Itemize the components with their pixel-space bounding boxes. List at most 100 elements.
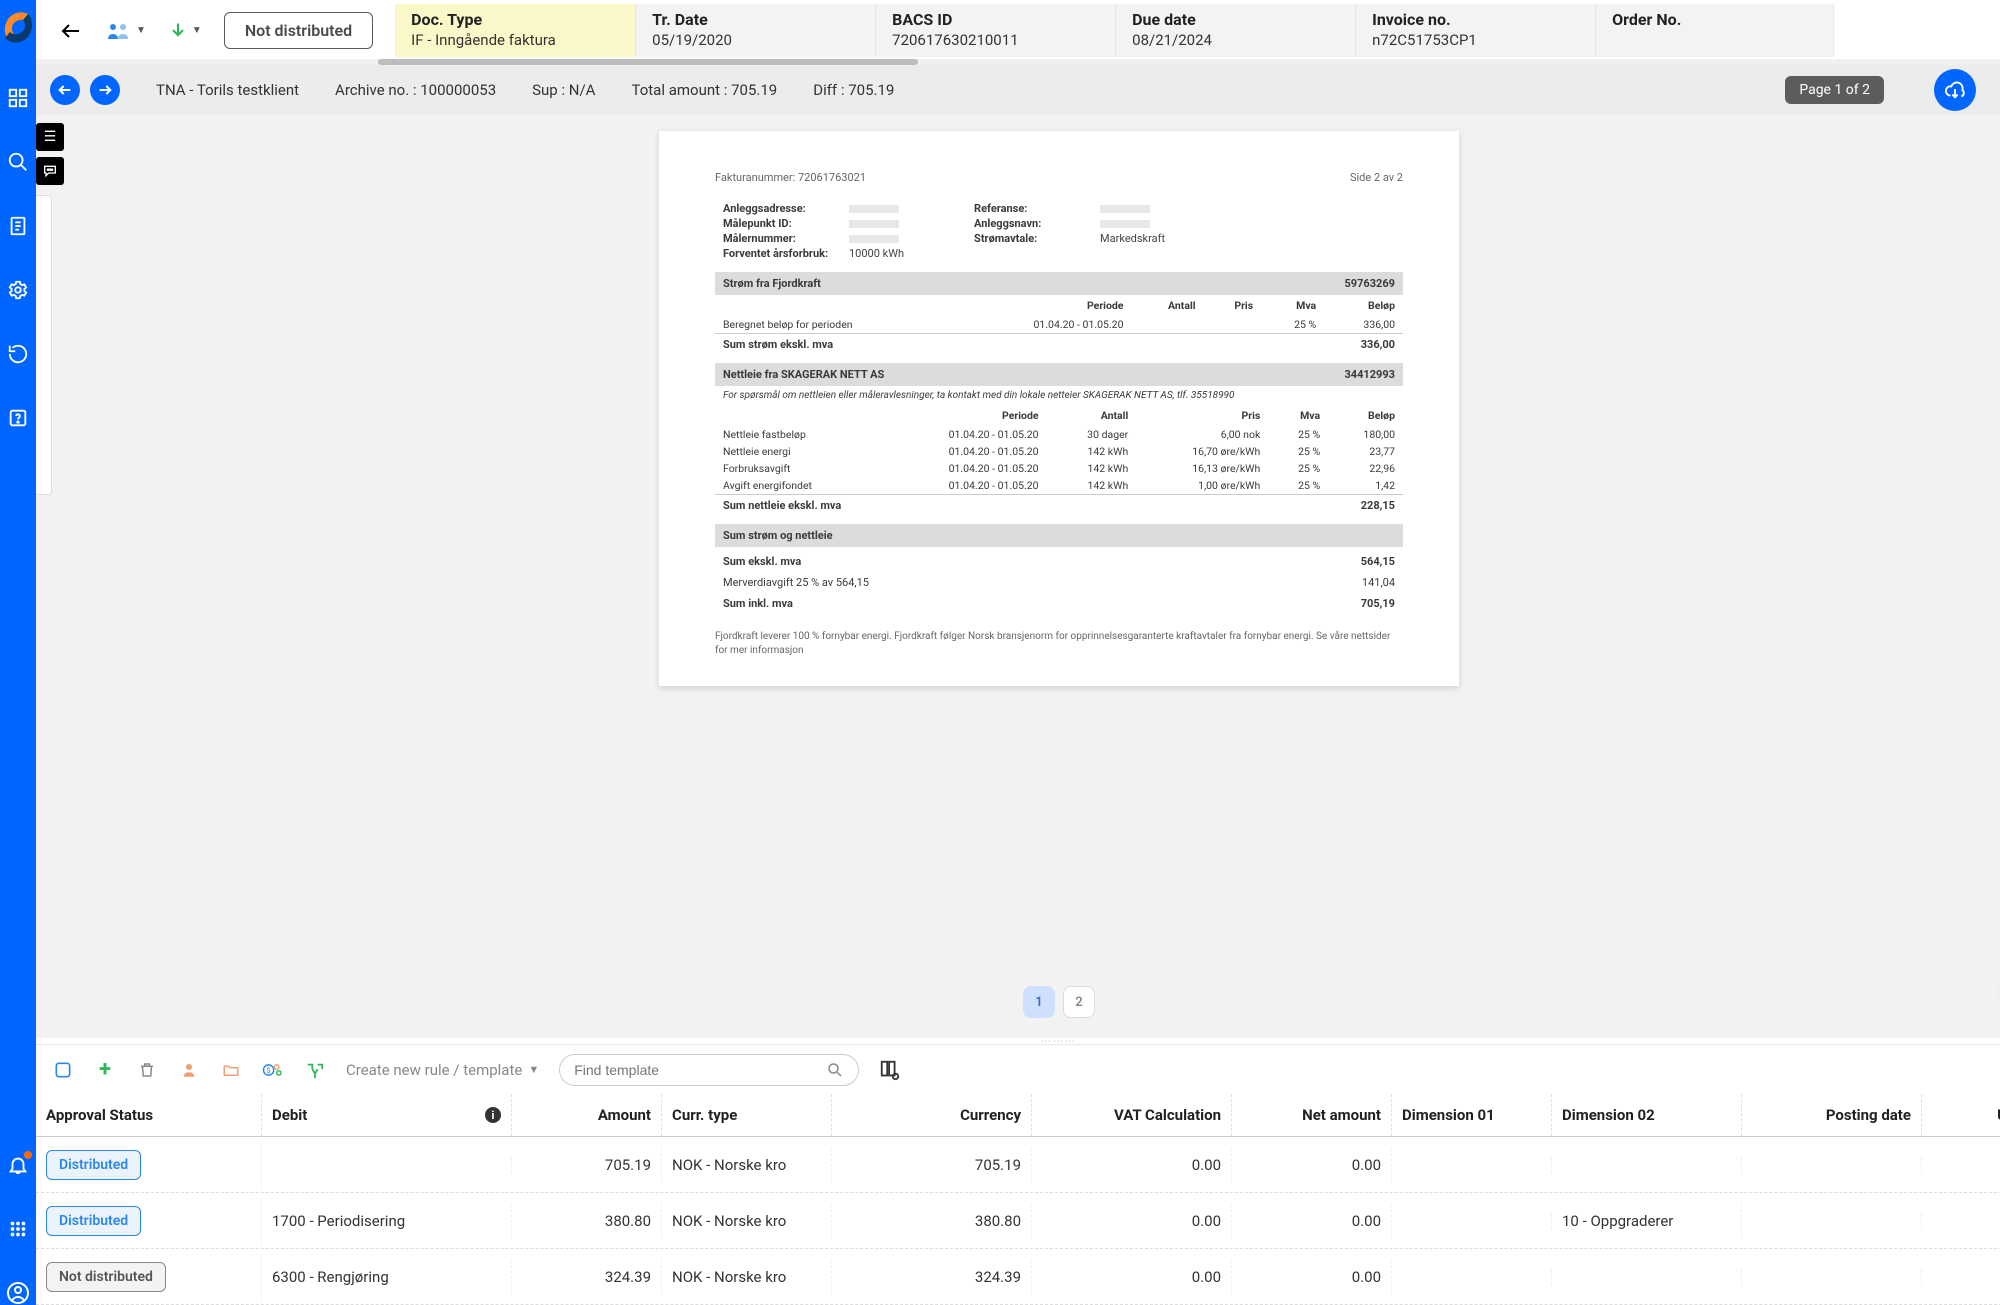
cell-dim1 bbox=[1392, 1157, 1552, 1173]
header-scrollbar[interactable] bbox=[36, 59, 2000, 65]
pdf-info-val bbox=[1100, 202, 1150, 215]
col-userdef[interactable]: Userdef 15 bbox=[1922, 1094, 2000, 1136]
pdf-sect2-note: For spørsmål om nettleien eller måleravl… bbox=[715, 386, 1403, 405]
download-dropdown[interactable]: ▼ bbox=[168, 21, 202, 41]
cell-currency: 705.19 bbox=[832, 1148, 1032, 1182]
cell-user bbox=[1922, 1213, 2000, 1229]
hf-label: BACS ID bbox=[892, 10, 1099, 29]
header-field[interactable]: Invoice no. n72C51753CP1 bbox=[1355, 4, 1595, 57]
table-row[interactable]: Not distributed 6300 - Rengjøring 324.39… bbox=[36, 1249, 2000, 1305]
apps-icon[interactable] bbox=[6, 1217, 30, 1241]
cell-curr-type: NOK - Norske kro bbox=[662, 1260, 832, 1294]
cell-dim2 bbox=[1552, 1157, 1742, 1173]
status-badge: Distributed bbox=[46, 1150, 141, 1180]
header-field[interactable]: Doc. TypeIF - Inngående faktura bbox=[395, 4, 635, 57]
header-field[interactable]: Order No. bbox=[1595, 4, 1835, 57]
header-toolbar: ▼ ▼ Not distributed Doc. TypeIF - Inngåe… bbox=[36, 0, 2000, 62]
find-template-input[interactable] bbox=[559, 1054, 859, 1086]
pdf-final-value: 564,15 bbox=[1361, 555, 1395, 568]
cell-debit bbox=[262, 1157, 512, 1173]
back-arrow-icon[interactable] bbox=[58, 18, 84, 44]
currency-icon[interactable]: $ bbox=[262, 1059, 284, 1081]
header-field[interactable]: Tr. Date 05/19/2020 bbox=[635, 4, 875, 57]
pdf-sum1-value: 336,00 bbox=[1361, 338, 1395, 351]
col-amount[interactable]: Amount bbox=[512, 1094, 662, 1136]
user-action-icon[interactable] bbox=[178, 1059, 200, 1081]
pdf-info-key: Forventet årsforbruk: bbox=[723, 247, 843, 260]
cell-debit: 1700 - Periodisering bbox=[262, 1204, 512, 1238]
create-rule-button[interactable]: Create new rule / template▼ bbox=[346, 1061, 539, 1079]
page-2-button[interactable]: 2 bbox=[1063, 986, 1095, 1018]
cell-dim2 bbox=[1552, 1269, 1742, 1285]
pdf-info-val bbox=[1100, 217, 1150, 230]
cell-net: 0.00 bbox=[1232, 1148, 1392, 1182]
page-1-button[interactable]: 1 bbox=[1023, 986, 1055, 1018]
bottom-toolbar: + $ Create new rule / template▼ bbox=[36, 1044, 2000, 1094]
col-approval-status[interactable]: Approval Status bbox=[36, 1094, 262, 1136]
col-curr-type[interactable]: Curr. type bbox=[662, 1094, 832, 1136]
cell-dim1 bbox=[1392, 1269, 1552, 1285]
left-sidebar bbox=[0, 0, 36, 1305]
col-dim1[interactable]: Dimension 01 bbox=[1392, 1094, 1552, 1136]
grid: Approval Status Debiti Amount Curr. type… bbox=[36, 1094, 2000, 1305]
col-net[interactable]: Net amount bbox=[1232, 1094, 1392, 1136]
settings-icon[interactable] bbox=[6, 278, 30, 302]
status-pill[interactable]: Not distributed bbox=[224, 12, 373, 49]
table-row[interactable]: Distributed 1700 - Periodisering 380.80 … bbox=[36, 1193, 2000, 1249]
help-icon[interactable] bbox=[6, 406, 30, 430]
header-field[interactable]: BACS ID720617630210011 bbox=[875, 4, 1115, 57]
hf-label: Doc. Type bbox=[411, 10, 619, 29]
find-template-field[interactable] bbox=[574, 1062, 826, 1078]
next-button[interactable] bbox=[90, 75, 120, 105]
search-icon[interactable] bbox=[6, 150, 30, 174]
pdf-info-key: Referanse: bbox=[974, 202, 1094, 215]
header-field[interactable]: Due date08/21/2024 bbox=[1115, 4, 1355, 57]
cell-post bbox=[1742, 1269, 1922, 1285]
notifications-icon[interactable] bbox=[6, 1153, 30, 1177]
cell-net: 0.00 bbox=[1232, 1204, 1392, 1238]
users-dropdown[interactable]: ▼ bbox=[106, 21, 146, 41]
documents-icon[interactable] bbox=[6, 214, 30, 238]
info-icon[interactable]: i bbox=[485, 1107, 501, 1123]
col-vat[interactable]: VAT Calculation bbox=[1032, 1094, 1232, 1136]
pdf-info-val: Markedskraft bbox=[1100, 232, 1165, 245]
col-dim2[interactable]: Dimension 02 bbox=[1552, 1094, 1742, 1136]
checkbox-all[interactable] bbox=[52, 1059, 74, 1081]
col-debit[interactable]: Debiti bbox=[262, 1094, 512, 1136]
hf-label: Tr. Date bbox=[652, 10, 859, 29]
cloud-download-button[interactable] bbox=[1934, 69, 1976, 111]
hf-label: Invoice no. bbox=[1372, 10, 1579, 29]
supplier-label: Sup : N/A bbox=[532, 81, 595, 99]
hf-label: Order No. bbox=[1612, 10, 1819, 29]
profile-icon[interactable] bbox=[6, 1281, 30, 1305]
folder-icon[interactable] bbox=[220, 1059, 242, 1081]
table-row[interactable]: Distributed 705.19 NOK - Norske kro 705.… bbox=[36, 1137, 2000, 1193]
pdf-sum2-label: Sum nettleie ekskl. mva bbox=[723, 499, 841, 512]
pdf-page: Fakturanummer: 72061763021 Side 2 av 2 A… bbox=[659, 131, 1459, 686]
col-posting-date[interactable]: Posting date bbox=[1742, 1094, 1922, 1136]
pdf-info-val bbox=[849, 202, 899, 215]
columns-icon[interactable] bbox=[879, 1059, 901, 1081]
pdf-footer: Fjordkraft leverer 100 % fornybar energi… bbox=[715, 630, 1403, 658]
hf-value: n72C51753CP1 bbox=[1372, 31, 1579, 49]
delete-icon[interactable] bbox=[136, 1059, 158, 1081]
prev-button[interactable] bbox=[50, 75, 80, 105]
cell-curr-type: NOK - Norske kro bbox=[662, 1148, 832, 1182]
cell-vat: 0.00 bbox=[1032, 1148, 1232, 1182]
split-icon[interactable] bbox=[304, 1059, 326, 1081]
chat-tab-icon[interactable] bbox=[36, 157, 64, 185]
page-badge: Page 1 of 2 bbox=[1785, 76, 1884, 104]
status-badge: Distributed bbox=[46, 1206, 141, 1236]
add-row-icon[interactable]: + bbox=[94, 1059, 116, 1081]
cell-user bbox=[1922, 1157, 2000, 1173]
col-currency[interactable]: Currency bbox=[832, 1094, 1032, 1136]
dashboard-icon[interactable] bbox=[6, 86, 30, 110]
hf-value: 05/19/2020 bbox=[652, 31, 859, 49]
cell-vat: 0.00 bbox=[1032, 1204, 1232, 1238]
collapsed-panel[interactable] bbox=[36, 195, 52, 495]
list-tab-icon[interactable]: ☰ bbox=[36, 123, 64, 151]
cell-net: 0.00 bbox=[1232, 1260, 1392, 1294]
refresh-icon[interactable] bbox=[6, 342, 30, 366]
pdf-info-key: Målernummer: bbox=[723, 232, 843, 245]
diff-label: Diff : 705.19 bbox=[813, 81, 894, 99]
